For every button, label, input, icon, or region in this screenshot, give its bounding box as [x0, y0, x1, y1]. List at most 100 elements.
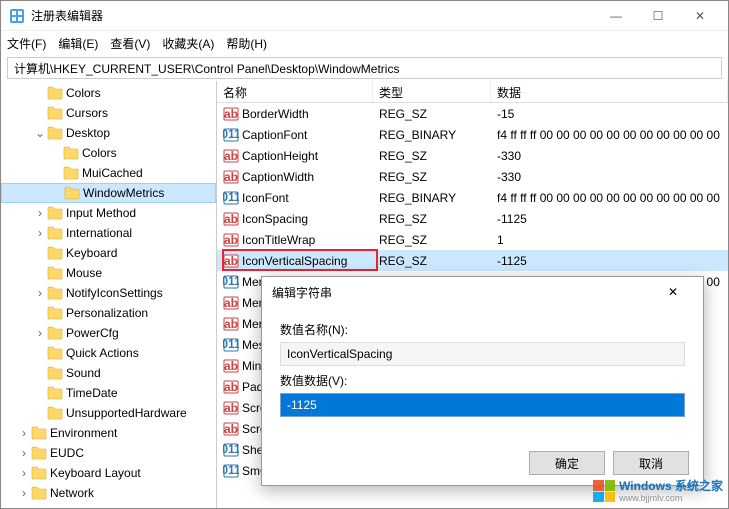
menu-file[interactable]: 文件(F)	[7, 35, 46, 52]
value-type: REG_BINARY	[373, 191, 491, 205]
tree-item[interactable]: ›Input Method	[1, 203, 216, 223]
value-type-icon: 011	[223, 337, 239, 353]
tree-label: Colors	[82, 146, 117, 160]
watermark-brand: Windows	[619, 479, 672, 493]
tree-label: MuiCached	[82, 166, 143, 180]
list-row[interactable]: abIconVerticalSpacingREG_SZ-1125	[217, 250, 728, 271]
tree-item[interactable]: UnsupportedHardware	[1, 403, 216, 423]
dialog-title: 编辑字符串	[272, 284, 332, 301]
watermark-site: 系统之家	[675, 479, 723, 493]
tree-label: Desktop	[66, 126, 110, 140]
ok-button[interactable]: 确定	[529, 451, 605, 475]
expand-icon[interactable]: ›	[17, 446, 31, 460]
svg-text:ab: ab	[224, 359, 238, 373]
tree-item[interactable]: ›International	[1, 223, 216, 243]
tree-item[interactable]: Keyboard	[1, 243, 216, 263]
value-name-label: 数值名称(N):	[280, 321, 685, 338]
svg-text:ab: ab	[224, 254, 238, 268]
folder-icon	[47, 406, 63, 420]
tree-item[interactable]: Sound	[1, 363, 216, 383]
value-data: -330	[491, 170, 728, 184]
svg-text:ab: ab	[224, 296, 238, 310]
svg-text:011: 011	[223, 190, 239, 204]
expand-icon[interactable]: ⌄	[33, 126, 47, 140]
expand-icon[interactable]: ›	[17, 486, 31, 500]
folder-icon	[64, 186, 80, 200]
address-bar[interactable]: 计算机\HKEY_CURRENT_USER\Control Panel\Desk…	[7, 57, 722, 79]
value-type: REG_SZ	[373, 254, 491, 268]
svg-text:ab: ab	[224, 422, 238, 436]
folder-icon	[47, 106, 63, 120]
tree-item[interactable]: Cursors	[1, 103, 216, 123]
tree-item[interactable]: ›EUDC	[1, 443, 216, 463]
value-data: -1125	[491, 212, 728, 226]
tree-item[interactable]: Colors	[1, 83, 216, 103]
tree-item[interactable]: Colors	[1, 143, 216, 163]
tree-label: Environment	[50, 426, 117, 440]
tree-pane[interactable]: ColorsCursors⌄DesktopColorsMuiCachedWind…	[1, 81, 217, 508]
svg-text:ab: ab	[224, 380, 238, 394]
folder-icon	[31, 486, 47, 500]
menubar: 文件(F) 编辑(E) 查看(V) 收藏夹(A) 帮助(H)	[1, 31, 728, 55]
value-name: CaptionFont	[242, 128, 307, 142]
folder-icon	[31, 426, 47, 440]
folder-icon	[47, 366, 63, 380]
expand-icon[interactable]: ›	[33, 206, 47, 220]
tree-item[interactable]: WindowMetrics	[1, 183, 216, 203]
tree-item[interactable]: TimeDate	[1, 383, 216, 403]
list-row[interactable]: abBorderWidthREG_SZ-15	[217, 103, 728, 124]
list-row[interactable]: abCaptionWidthREG_SZ-330	[217, 166, 728, 187]
tree-label: Mouse	[66, 266, 102, 280]
menu-help[interactable]: 帮助(H)	[226, 35, 267, 52]
value-name-field: IconVerticalSpacing	[280, 342, 685, 366]
dialog-close-button[interactable]: ✕	[653, 278, 693, 306]
tree-item[interactable]: › Network	[1, 483, 216, 503]
col-data[interactable]: 数据	[491, 81, 728, 102]
minimize-button[interactable]: —	[596, 2, 636, 30]
expand-icon[interactable]: ›	[17, 466, 31, 480]
menu-edit[interactable]: 编辑(E)	[58, 35, 98, 52]
expand-icon[interactable]: ›	[33, 226, 47, 240]
value-type: REG_SZ	[373, 107, 491, 121]
list-row[interactable]: abCaptionHeightREG_SZ-330	[217, 145, 728, 166]
value-type-icon: ab	[223, 232, 239, 248]
value-data: f4 ff ff ff 00 00 00 00 00 00 00 00 00 0…	[491, 128, 728, 142]
menu-fav[interactable]: 收藏夹(A)	[162, 35, 214, 52]
tree-item[interactable]: › Environment	[1, 423, 216, 443]
maximize-button[interactable]: ☐	[638, 2, 678, 30]
cancel-button[interactable]: 取消	[613, 451, 689, 475]
tree-item[interactable]: ›PowerCfg	[1, 323, 216, 343]
tree-item[interactable]: Quick Actions	[1, 343, 216, 363]
svg-text:ab: ab	[224, 170, 238, 184]
value-data-input[interactable]	[280, 393, 685, 417]
list-row[interactable]: abIconSpacingREG_SZ-1125	[217, 208, 728, 229]
watermark-url: www.bjjmlv.com	[619, 493, 723, 503]
list-row[interactable]: 011IconFontREG_BINARYf4 ff ff ff 00 00 0…	[217, 187, 728, 208]
tree-item[interactable]: ⌄ Desktop	[1, 123, 216, 143]
expand-icon[interactable]: ›	[33, 326, 47, 340]
value-name: IconVerticalSpacing	[242, 254, 347, 268]
watermark: Windows 系统之家 www.bjjmlv.com	[593, 480, 723, 503]
list-row[interactable]: abIconTitleWrapREG_SZ1	[217, 229, 728, 250]
tree-item[interactable]: Personalization	[1, 303, 216, 323]
menu-view[interactable]: 查看(V)	[110, 35, 150, 52]
tree-label: Network	[50, 486, 94, 500]
col-name[interactable]: 名称	[217, 81, 373, 102]
expand-icon[interactable]: ›	[33, 286, 47, 300]
tree-item[interactable]: Mouse	[1, 263, 216, 283]
tree-item[interactable]: ›NotifyIconSettings	[1, 283, 216, 303]
expand-icon[interactable]: ›	[17, 426, 31, 440]
value-type-icon: ab	[223, 421, 239, 437]
tree-item[interactable]: ›Keyboard Layout	[1, 463, 216, 483]
value-type-icon: ab	[223, 358, 239, 374]
value-name: Mer	[242, 317, 263, 331]
close-button[interactable]: ✕	[680, 2, 720, 30]
tree-item[interactable]: MuiCached	[1, 163, 216, 183]
value-type: REG_SZ	[373, 170, 491, 184]
col-type[interactable]: 类型	[373, 81, 491, 102]
svg-text:ab: ab	[224, 149, 238, 163]
list-row[interactable]: 011CaptionFontREG_BINARYf4 ff ff ff 00 0…	[217, 124, 728, 145]
svg-text:011: 011	[223, 463, 239, 477]
value-name: IconFont	[242, 191, 289, 205]
folder-icon	[47, 346, 63, 360]
